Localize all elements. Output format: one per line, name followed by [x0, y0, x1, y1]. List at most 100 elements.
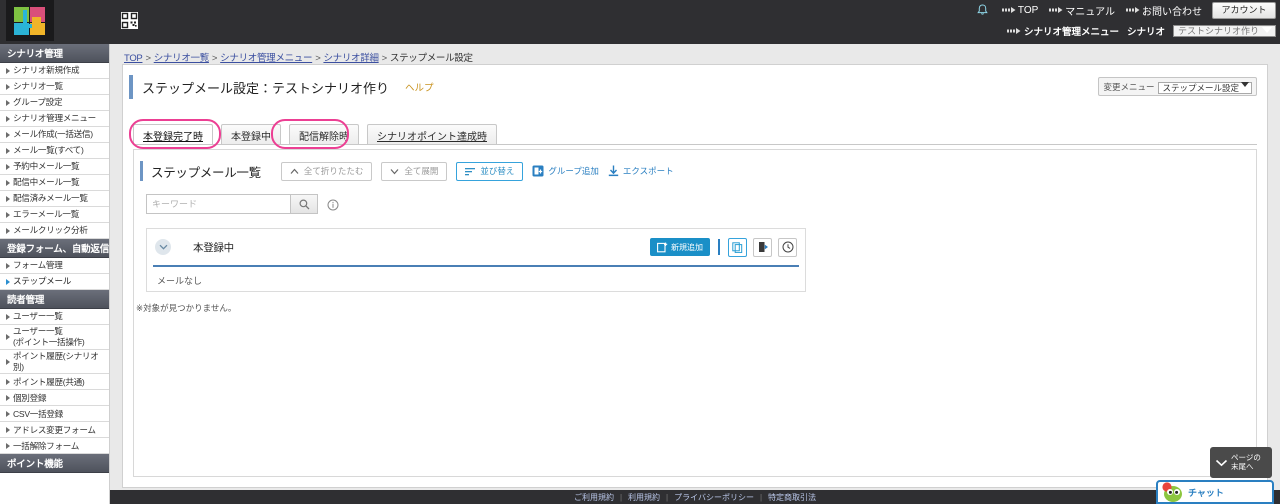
sidebar-item[interactable]: グループ設定 — [0, 95, 109, 111]
sidebar-item[interactable]: ユーザー一覧 — [0, 309, 109, 325]
footer-separator: | — [759, 492, 763, 502]
group-card: 本登録中 新規追加 メールなし — [146, 228, 806, 292]
bell-icon[interactable] — [977, 4, 988, 16]
page-title: ステップメール設定：テストシナリオ作り — [142, 80, 390, 96]
panel-header: ステップメール一覧 全て折りたたむ 全て展開 並び替え グループ追加 エクスポー… — [134, 158, 1256, 184]
search-icon — [299, 199, 310, 210]
clock-icon[interactable] — [778, 237, 797, 257]
footer-link[interactable]: 利用規約 — [628, 492, 660, 503]
breadcrumb-separator: > — [211, 53, 218, 64]
sidebar-item[interactable]: フォーム管理 — [0, 258, 109, 274]
chat-widget[interactable]: チャット — [1156, 480, 1274, 504]
footer-link[interactable]: 特定商取引法 — [768, 492, 816, 503]
change-menu-select-wrapper[interactable]: ステップメール設定 — [1158, 78, 1252, 96]
footer-link[interactable]: ご利用規約 — [574, 492, 614, 503]
tab-0[interactable]: 本登録完了時 — [133, 124, 213, 145]
step-mail-panel: ステップメール一覧 全て折りたたむ 全て展開 並び替え グループ追加 エクスポー… — [133, 149, 1257, 477]
sidebar-item[interactable]: ステップメール — [0, 274, 109, 290]
tab-label: 本登録完了時 — [143, 131, 203, 143]
header-link-top[interactable]: TOP — [1001, 5, 1038, 16]
sidebar-item[interactable]: ポイント履歴(共通) — [0, 374, 109, 391]
group-collapse-toggle[interactable] — [155, 239, 171, 255]
triangle-bullet-icon — [6, 115, 10, 122]
triangle-bullet-icon — [6, 262, 10, 269]
tab-3[interactable]: シナリオポイント達成時 — [367, 124, 497, 145]
sidebar-item[interactable]: エラーメール一覧 — [0, 207, 109, 223]
sidebar-item-label: アドレス変更フォーム — [13, 424, 96, 435]
sidebar-item-label: フォーム管理 — [13, 260, 63, 271]
search-button[interactable] — [291, 194, 318, 214]
change-menu-select[interactable]: ステップメール設定 — [1158, 81, 1252, 94]
sidebar-item[interactable]: 配信済みメール一覧 — [0, 191, 109, 207]
footer-link[interactable]: プライバシーポリシー — [674, 492, 754, 503]
sidebar-item[interactable]: メール一覧(すべて) — [0, 143, 109, 159]
expand-all-button[interactable]: 全て展開 — [381, 161, 448, 181]
sidebar-item[interactable]: 予約中メール一覧 — [0, 159, 109, 175]
search-input[interactable] — [146, 194, 291, 214]
breadcrumb-separator: > — [315, 53, 321, 64]
app-logo[interactable] — [6, 0, 54, 41]
import-icon[interactable] — [753, 237, 772, 257]
chevron-down-icon — [1241, 81, 1249, 87]
sidebar-item[interactable]: メール作成(一括送信) — [0, 127, 109, 143]
scenario-select-wrapper[interactable]: テストシナリオ作り — [1172, 24, 1276, 39]
sidebar-item[interactable]: ポイント履歴(シナリオ別) — [0, 350, 109, 375]
sidebar-item-label: 配信中メール一覧 — [13, 177, 80, 188]
sidebar-item[interactable]: 配信中メール一覧 — [0, 175, 109, 191]
triangle-bullet-icon — [6, 313, 10, 320]
sort-label: 並び替え — [480, 166, 515, 176]
breadcrumb-item[interactable]: シナリオ一覧 — [154, 53, 210, 64]
sidebar-item[interactable]: 一括解除フォーム — [0, 438, 109, 455]
sidebar-section-header: 読者管理 — [0, 290, 109, 309]
sidebar-item[interactable]: シナリオ管理メニュー — [0, 111, 109, 127]
sidebar-item[interactable]: メールクリック分析 — [0, 223, 109, 239]
triangle-bullet-icon — [6, 442, 10, 449]
sort-button[interactable]: 並び替え — [456, 161, 524, 181]
triangle-bullet-icon — [6, 147, 10, 154]
header-link-manual-label: マニュアル — [1065, 6, 1115, 18]
triangle-bullet-icon — [6, 334, 10, 340]
sidebar-item-label: CSV一括登録 — [13, 408, 63, 419]
breadcrumb-item[interactable]: シナリオ管理メニュー — [220, 53, 312, 64]
tab-1[interactable]: 本登録中 — [221, 124, 281, 145]
header-link-manual[interactable]: マニュアル — [1049, 3, 1115, 18]
collapse-all-button[interactable]: 全て折りたたむ — [280, 161, 373, 181]
add-new-mail-button[interactable]: 新規追加 — [650, 238, 710, 256]
info-icon[interactable] — [327, 198, 339, 211]
sidebar-section-header: シナリオ管理 — [0, 44, 109, 63]
copy-icon[interactable] — [728, 237, 747, 257]
scenario-select[interactable]: テストシナリオ作り — [1172, 24, 1276, 37]
breadcrumb-item[interactable]: TOP — [124, 53, 143, 64]
scenario-management-menu-link[interactable]: シナリオ管理メニュー — [1006, 24, 1119, 38]
no-result-text: ※対象が見つかりません。 — [136, 303, 237, 313]
group-actions: 新規追加 — [650, 237, 797, 257]
add-group-button[interactable]: グループ追加 — [532, 165, 599, 177]
sidebar-item[interactable]: アドレス変更フォーム — [0, 422, 109, 439]
sidebar-item[interactable]: 個別登録 — [0, 390, 109, 407]
change-menu-label: 変更メニュー — [1103, 81, 1155, 92]
scroll-to-bottom-button[interactable]: ページの 末尾へ — [1210, 447, 1272, 478]
tab-label: シナリオポイント達成時 — [377, 131, 487, 143]
sidebar-item[interactable]: ユーザー一覧 (ポイント一括操作) — [0, 325, 109, 350]
chevron-down-icon — [1215, 459, 1228, 467]
sidebar-item[interactable]: シナリオ一覧 — [0, 79, 109, 95]
sidebar-item[interactable]: CSV一括登録 — [0, 406, 109, 423]
help-link[interactable]: ヘルプ — [405, 80, 434, 94]
export-button[interactable]: エクスポート — [608, 165, 674, 177]
header-link-contact[interactable]: お問い合わせ — [1126, 3, 1202, 18]
sidebar-item-label: ステップメール — [13, 276, 72, 287]
account-button[interactable]: アカウント — [1212, 2, 1276, 19]
breadcrumb-item[interactable]: シナリオ詳細 — [323, 53, 379, 64]
sidebar-item-label: ポイント履歴(共通) — [13, 376, 85, 387]
footer-separator: | — [619, 492, 623, 502]
tab-2[interactable]: 配信解除時 — [289, 124, 359, 145]
sidebar-item[interactable]: シナリオ新規作成 — [0, 63, 109, 79]
scenario-menu-label: シナリオ管理メニュー — [1023, 27, 1119, 38]
logo-icon — [14, 6, 45, 35]
collapse-all-label: 全て折りたたむ — [303, 166, 364, 176]
triangle-bullet-icon — [6, 358, 10, 365]
qr-code-icon[interactable] — [121, 12, 138, 29]
chevron-up-icon — [290, 168, 299, 175]
scenario-field-label: シナリオ — [1126, 27, 1165, 38]
chevron-down-icon — [159, 244, 167, 250]
